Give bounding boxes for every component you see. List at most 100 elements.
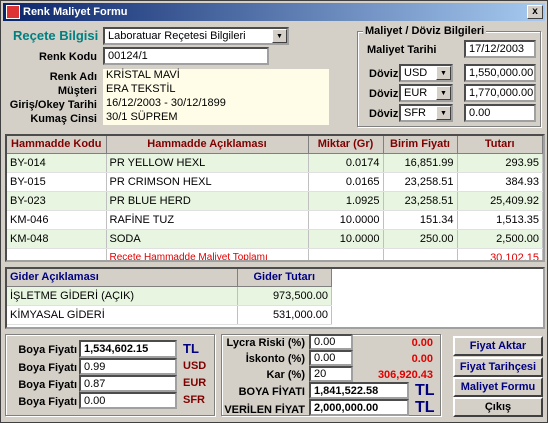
cell-kod: KM-046 <box>7 210 107 230</box>
cell-birim: 16,851.99 <box>383 153 458 173</box>
boya-tl-input[interactable]: 1,534,602.15 <box>79 340 177 358</box>
cell-birim: 250.00 <box>383 229 458 249</box>
col-gider-aciklama[interactable]: Gider Açıklaması <box>7 269 238 287</box>
verilen-fiyat-input[interactable]: 2,000,000.00 <box>309 399 409 416</box>
iskonto-result: 0.00 <box>411 353 433 365</box>
cell-kod: BY-023 <box>7 191 107 211</box>
chevron-down-icon[interactable]: ▼ <box>436 106 451 120</box>
kar-label: Kar (%) <box>266 369 305 381</box>
boya-cur-eur: EUR <box>183 377 207 389</box>
doviz-currency-1: USD <box>404 67 428 79</box>
table-row[interactable]: BY-023 PR BLUE HERD 1.0925 23,258.51 25,… <box>7 191 543 211</box>
boya-usd-input[interactable]: 0.99 <box>79 358 177 375</box>
total-label: Reçete Hammadde Maliyet Toplamı <box>106 248 309 260</box>
kumas-value: 30/1 SÜPREM <box>103 111 329 125</box>
table-row[interactable]: KİMYASAL GİDERİ 531,000.00 <box>7 305 332 325</box>
giris-label: Giriş/Okey Tarihi <box>9 99 97 111</box>
musteri-value: ERA TEKSTİL <box>103 83 329 97</box>
window-title: Renk Maliyet Formu <box>23 6 128 18</box>
boya-eur-input[interactable]: 0.87 <box>79 375 177 392</box>
iskonto-input[interactable]: 0.00 <box>309 350 353 366</box>
boya-cur-tl: TL <box>183 341 199 356</box>
renk-adi-label: Renk Adı <box>49 71 97 83</box>
boya-cur-sfr: SFR <box>183 394 205 406</box>
close-button[interactable]: x <box>527 5 543 19</box>
kar-input[interactable]: 20 <box>309 366 353 382</box>
cell-tutar: 1,513.35 <box>457 210 543 230</box>
col-tutari[interactable]: Tutarı <box>457 136 543 154</box>
col-hammadde-aciklama[interactable]: Hammadde Açıklaması <box>106 136 309 154</box>
lycra-result: 0.00 <box>411 337 433 349</box>
recete-value: Laboratuar Reçetesi Bilgileri <box>108 30 246 42</box>
doviz-value-2[interactable]: 1,770,000.00 <box>464 84 536 102</box>
cell-aciklama: SODA <box>106 229 309 249</box>
fiyat-tarihcesi-button[interactable]: Fiyat Tarihçesi <box>453 357 543 377</box>
table-row[interactable]: KM-048 SODA 10.0000 250.00 2,500.00 <box>7 229 543 249</box>
cell-aciklama: PR CRIMSON HEXL <box>106 172 309 192</box>
boya-cur-usd: USD <box>183 360 207 372</box>
maliyet-formu-button[interactable]: Maliyet Formu <box>453 377 543 397</box>
cell-birim: 151.34 <box>383 210 458 230</box>
hammadde-grid[interactable]: Hammadde Kodu Hammadde Açıklaması Miktar… <box>5 134 545 262</box>
title-bar: Renk Maliyet Formu x <box>3 3 545 21</box>
chevron-down-icon[interactable]: ▼ <box>436 66 451 80</box>
table-row[interactable]: İŞLETME GİDERİ (AÇIK) 973,500.00 <box>7 286 332 306</box>
recete-select[interactable]: Laboratuar Reçetesi Bilgileri ▼ <box>103 27 289 45</box>
cell-tutar: 2,500.00 <box>457 229 543 249</box>
doviz-label-2: Döviz <box>369 88 399 100</box>
doviz-select-1[interactable]: USD ▼ <box>399 64 453 82</box>
chevron-down-icon[interactable]: ▼ <box>272 29 287 43</box>
cell-birim: 23,258.51 <box>383 172 458 192</box>
cell-aciklama: RAFİNE TUZ <box>106 210 309 230</box>
table-row[interactable]: BY-015 PR CRIMSON HEXL 0.0165 23,258.51 … <box>7 172 543 192</box>
doviz-value-3[interactable]: 0.00 <box>464 104 536 122</box>
cell-kod: BY-015 <box>7 172 107 192</box>
doviz-select-2[interactable]: EUR ▼ <box>399 84 453 102</box>
boya-fiyati-input[interactable]: 1,841,522.58 <box>309 382 409 399</box>
chevron-down-icon[interactable]: ▼ <box>436 86 451 100</box>
fiyat-aktar-button[interactable]: Fiyat Aktar <box>453 336 543 356</box>
cell-gider: KİMYASAL GİDERİ <box>7 305 238 325</box>
cell-tutar: 25,409.92 <box>457 191 543 211</box>
cell-kod: KM-048 <box>7 229 107 249</box>
renk-kodu-input[interactable]: 00124/1 <box>103 47 269 65</box>
giris-value: 16/12/2003 - 30/12/1899 <box>103 97 329 111</box>
boya-fiyati-cur: TL <box>415 382 435 399</box>
col-hammadde-kodu[interactable]: Hammadde Kodu <box>7 136 107 154</box>
table-row[interactable]: BY-014 PR YELLOW HEXL 0.0174 16,851.99 2… <box>7 153 543 173</box>
iskonto-label: İskonto (%) <box>245 353 305 365</box>
cell-birim: 23,258.51 <box>383 191 458 211</box>
boya-label-1: Boya Fiyatı <box>18 344 77 356</box>
lycra-input[interactable]: 0.00 <box>309 334 353 350</box>
col-gider-tutari[interactable]: Gider Tutarı <box>237 269 332 287</box>
verilen-fiyat-cur: TL <box>415 399 435 416</box>
cikis-button[interactable]: Çıkış <box>453 397 543 417</box>
col-birim-fiyati[interactable]: Birim Fiyatı <box>383 136 458 154</box>
table-row[interactable]: KM-046 RAFİNE TUZ 10.0000 151.34 1,513.3… <box>7 210 543 230</box>
cell-miktar: 1.0925 <box>308 191 384 211</box>
boya-fiyati-label: BOYA FİYATI <box>238 386 305 398</box>
boya-label-4: Boya Fiyatı <box>18 396 77 408</box>
kar-result: 306,920.43 <box>377 369 433 381</box>
boya-sfr-input[interactable]: 0.00 <box>79 392 177 409</box>
col-miktar[interactable]: Miktar (Gr) <box>308 136 384 154</box>
cell-gider-tutar: 531,000.00 <box>237 305 332 325</box>
cell-aciklama: PR BLUE HERD <box>106 191 309 211</box>
total-value: 30,102.15 <box>457 248 543 260</box>
total-row: Reçete Hammadde Maliyet Toplamı 30,102.1… <box>7 248 543 260</box>
renk-kodu-label: Renk Kodu <box>38 51 97 63</box>
doviz-currency-3: SFR <box>404 107 426 119</box>
cell-miktar: 0.0174 <box>308 153 384 173</box>
cell-tutar: 384.93 <box>457 172 543 192</box>
gider-grid[interactable]: Gider Açıklaması Gider Tutarı İŞLETME Gİ… <box>5 267 545 329</box>
cell-miktar: 0.0165 <box>308 172 384 192</box>
doviz-label-3: Döviz <box>369 108 399 120</box>
doviz-value-1[interactable]: 1,550,000.00 <box>464 64 536 82</box>
cell-miktar: 10.0000 <box>308 229 384 249</box>
doviz-select-3[interactable]: SFR ▼ <box>399 104 453 122</box>
musteri-label: Müşteri <box>57 85 97 97</box>
app-icon <box>6 5 20 19</box>
maliyet-tarihi-input[interactable]: 17/12/2003 <box>464 40 536 58</box>
cell-kod: BY-014 <box>7 153 107 173</box>
renk-maliyet-window: Renk Maliyet Formu x Reçete Bilgisi Labo… <box>0 0 548 423</box>
